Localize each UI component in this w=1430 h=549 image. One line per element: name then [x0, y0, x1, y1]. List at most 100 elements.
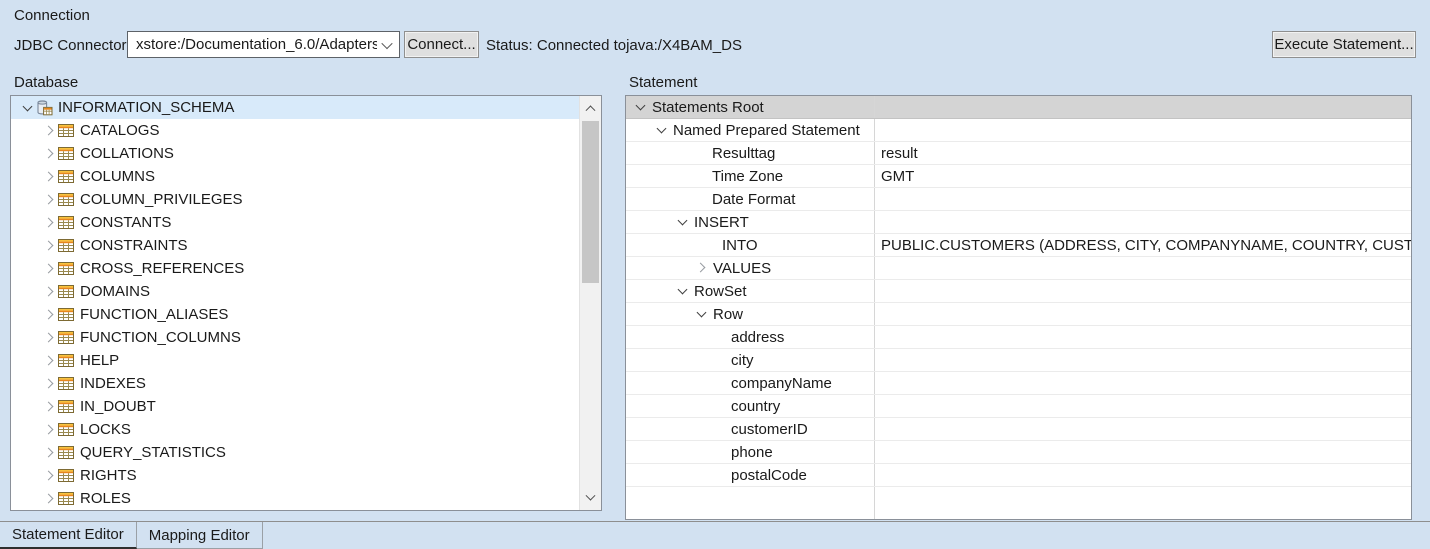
- statement-row-value-cell[interactable]: [875, 349, 1411, 371]
- database-tree-item[interactable]: ROLES: [11, 487, 579, 510]
- statement-row-value-cell[interactable]: [875, 418, 1411, 440]
- tree-expander-icon[interactable]: [42, 330, 58, 346]
- tree-expander-icon[interactable]: [42, 445, 58, 461]
- tree-expander-icon[interactable]: [42, 261, 58, 277]
- statement-row-name-cell[interactable]: VALUES: [626, 257, 875, 279]
- database-tree-item[interactable]: QUERY_STATISTICS: [11, 441, 579, 464]
- statement-row-name-cell[interactable]: Named Prepared Statement: [626, 119, 875, 141]
- database-tree-item[interactable]: LOCKS: [11, 418, 579, 441]
- statement-row-name-cell[interactable]: Time Zone: [626, 165, 875, 187]
- statement-row-value-cell[interactable]: PUBLIC.CUSTOMERS (ADDRESS, CITY, COMPANY…: [875, 234, 1411, 256]
- tree-expander-icon[interactable]: [42, 353, 58, 369]
- statement-row-name-cell[interactable]: postalCode: [626, 464, 875, 486]
- statement-row-value-cell[interactable]: [875, 326, 1411, 348]
- tree-expander-icon[interactable]: [42, 491, 58, 507]
- tree-expander-icon[interactable]: [42, 307, 58, 323]
- statement-row-value-cell[interactable]: [875, 395, 1411, 417]
- connect-button[interactable]: Connect...: [404, 31, 479, 58]
- database-tree-item[interactable]: HELP: [11, 349, 579, 372]
- statement-row-name-cell[interactable]: Row: [626, 303, 875, 325]
- statement-row-value-cell[interactable]: [875, 464, 1411, 486]
- statement-tree-row[interactable]: phone: [626, 441, 1411, 464]
- statement-tree-row[interactable]: INSERT: [626, 211, 1411, 234]
- execute-statement-button[interactable]: Execute Statement...: [1272, 31, 1416, 58]
- database-tree-item[interactable]: DOMAINS: [11, 280, 579, 303]
- statement-tree-row[interactable]: Date Format: [626, 188, 1411, 211]
- statement-row-value-cell[interactable]: [875, 372, 1411, 394]
- statement-tree-row[interactable]: postalCode: [626, 464, 1411, 487]
- statement-row-name-cell[interactable]: companyName: [626, 372, 875, 394]
- database-tree-item[interactable]: COLUMNS: [11, 165, 579, 188]
- scrollbar-down-arrow-icon[interactable]: [580, 487, 601, 510]
- statement-tree-row[interactable]: customerID: [626, 418, 1411, 441]
- statement-tree-row[interactable]: country: [626, 395, 1411, 418]
- statement-row-value-cell[interactable]: [875, 188, 1411, 210]
- statement-tree-row[interactable]: companyName: [626, 372, 1411, 395]
- tree-expander-icon[interactable]: [42, 238, 58, 254]
- tab-mapping-editor[interactable]: Mapping Editor: [137, 522, 263, 549]
- database-tree-item[interactable]: CONSTANTS: [11, 211, 579, 234]
- statement-row-value-cell[interactable]: [875, 441, 1411, 463]
- tree-expander-icon[interactable]: [42, 422, 58, 438]
- tree-expander-icon[interactable]: [42, 169, 58, 185]
- statement-row-value-cell[interactable]: GMT: [875, 165, 1411, 187]
- statement-tree-row[interactable]: address: [626, 326, 1411, 349]
- statement-row-name-cell[interactable]: RowSet: [626, 280, 875, 302]
- database-tree-item[interactable]: IN_DOUBT: [11, 395, 579, 418]
- database-tree-item[interactable]: COLLATIONS: [11, 142, 579, 165]
- database-tree-item[interactable]: FUNCTION_ALIASES: [11, 303, 579, 326]
- database-tree-item[interactable]: CROSS_REFERENCES: [11, 257, 579, 280]
- tree-expander-icon[interactable]: [675, 283, 691, 299]
- tree-expander-icon[interactable]: [42, 284, 58, 300]
- statement-row-name-cell[interactable]: city: [626, 349, 875, 371]
- statement-row-value-cell[interactable]: [875, 303, 1411, 325]
- tree-expander-icon[interactable]: [42, 146, 58, 162]
- statement-row-name-cell[interactable]: phone: [626, 441, 875, 463]
- tab-statement-editor[interactable]: Statement Editor: [0, 522, 137, 549]
- statement-tree-row[interactable]: Statements Root: [626, 96, 1411, 119]
- database-tree-item[interactable]: INDEXES: [11, 372, 579, 395]
- statement-row-name-cell[interactable]: country: [626, 395, 875, 417]
- scrollbar-thumb[interactable]: [582, 121, 599, 283]
- tree-expander-icon[interactable]: [42, 215, 58, 231]
- jdbc-connector-select[interactable]: xstore:/Documentation_6.0/Adapters: [127, 31, 400, 58]
- database-tree-item[interactable]: FUNCTION_COLUMNS: [11, 326, 579, 349]
- tree-expander-icon[interactable]: [633, 99, 649, 115]
- statement-row-value-cell[interactable]: [875, 119, 1411, 141]
- tree-expander-icon[interactable]: [42, 376, 58, 392]
- statement-row-name-cell[interactable]: Date Format: [626, 188, 875, 210]
- tree-expander-icon[interactable]: [42, 468, 58, 484]
- database-tree-item[interactable]: COLUMN_PRIVILEGES: [11, 188, 579, 211]
- database-tree-item[interactable]: CATALOGS: [11, 119, 579, 142]
- statement-row-name-cell[interactable]: INTO: [626, 234, 875, 256]
- statement-row-name-cell[interactable]: Resulttag: [626, 142, 875, 164]
- database-tree-item[interactable]: INFORMATION_SCHEMA: [11, 96, 579, 119]
- database-tree-item[interactable]: RIGHTS: [11, 464, 579, 487]
- statement-tree-row[interactable]: city: [626, 349, 1411, 372]
- statement-tree-row[interactable]: INTO PUBLIC.CUSTOMERS (ADDRESS, CITY, CO…: [626, 234, 1411, 257]
- tree-expander-icon[interactable]: [675, 214, 691, 230]
- tree-expander-icon[interactable]: [42, 399, 58, 415]
- statement-row-name-cell[interactable]: INSERT: [626, 211, 875, 233]
- database-scrollbar[interactable]: [579, 96, 601, 510]
- statement-row-name-cell[interactable]: address: [626, 326, 875, 348]
- statement-tree-row[interactable]: RowSet: [626, 280, 1411, 303]
- scrollbar-up-arrow-icon[interactable]: [580, 96, 601, 119]
- statement-row-value-cell[interactable]: [875, 280, 1411, 302]
- statement-row-name-cell[interactable]: customerID: [626, 418, 875, 440]
- statement-row-value-cell[interactable]: [875, 257, 1411, 279]
- tree-expander-icon[interactable]: [20, 100, 36, 116]
- statement-tree-row[interactable]: Time Zone GMT: [626, 165, 1411, 188]
- tree-expander-icon[interactable]: [654, 122, 670, 138]
- statement-row-value-cell[interactable]: [875, 211, 1411, 233]
- tree-expander-icon[interactable]: [694, 306, 710, 322]
- tree-expander-icon[interactable]: [42, 123, 58, 139]
- statement-tree-row[interactable]: Resulttag result: [626, 142, 1411, 165]
- statement-row-value-cell[interactable]: [875, 96, 1411, 118]
- statement-tree-row[interactable]: VALUES: [626, 257, 1411, 280]
- database-tree-item[interactable]: CONSTRAINTS: [11, 234, 579, 257]
- statement-tree-row[interactable]: Named Prepared Statement: [626, 119, 1411, 142]
- tree-expander-icon[interactable]: [694, 260, 710, 276]
- statement-row-value-cell[interactable]: result: [875, 142, 1411, 164]
- statement-row-name-cell[interactable]: Statements Root: [626, 96, 875, 118]
